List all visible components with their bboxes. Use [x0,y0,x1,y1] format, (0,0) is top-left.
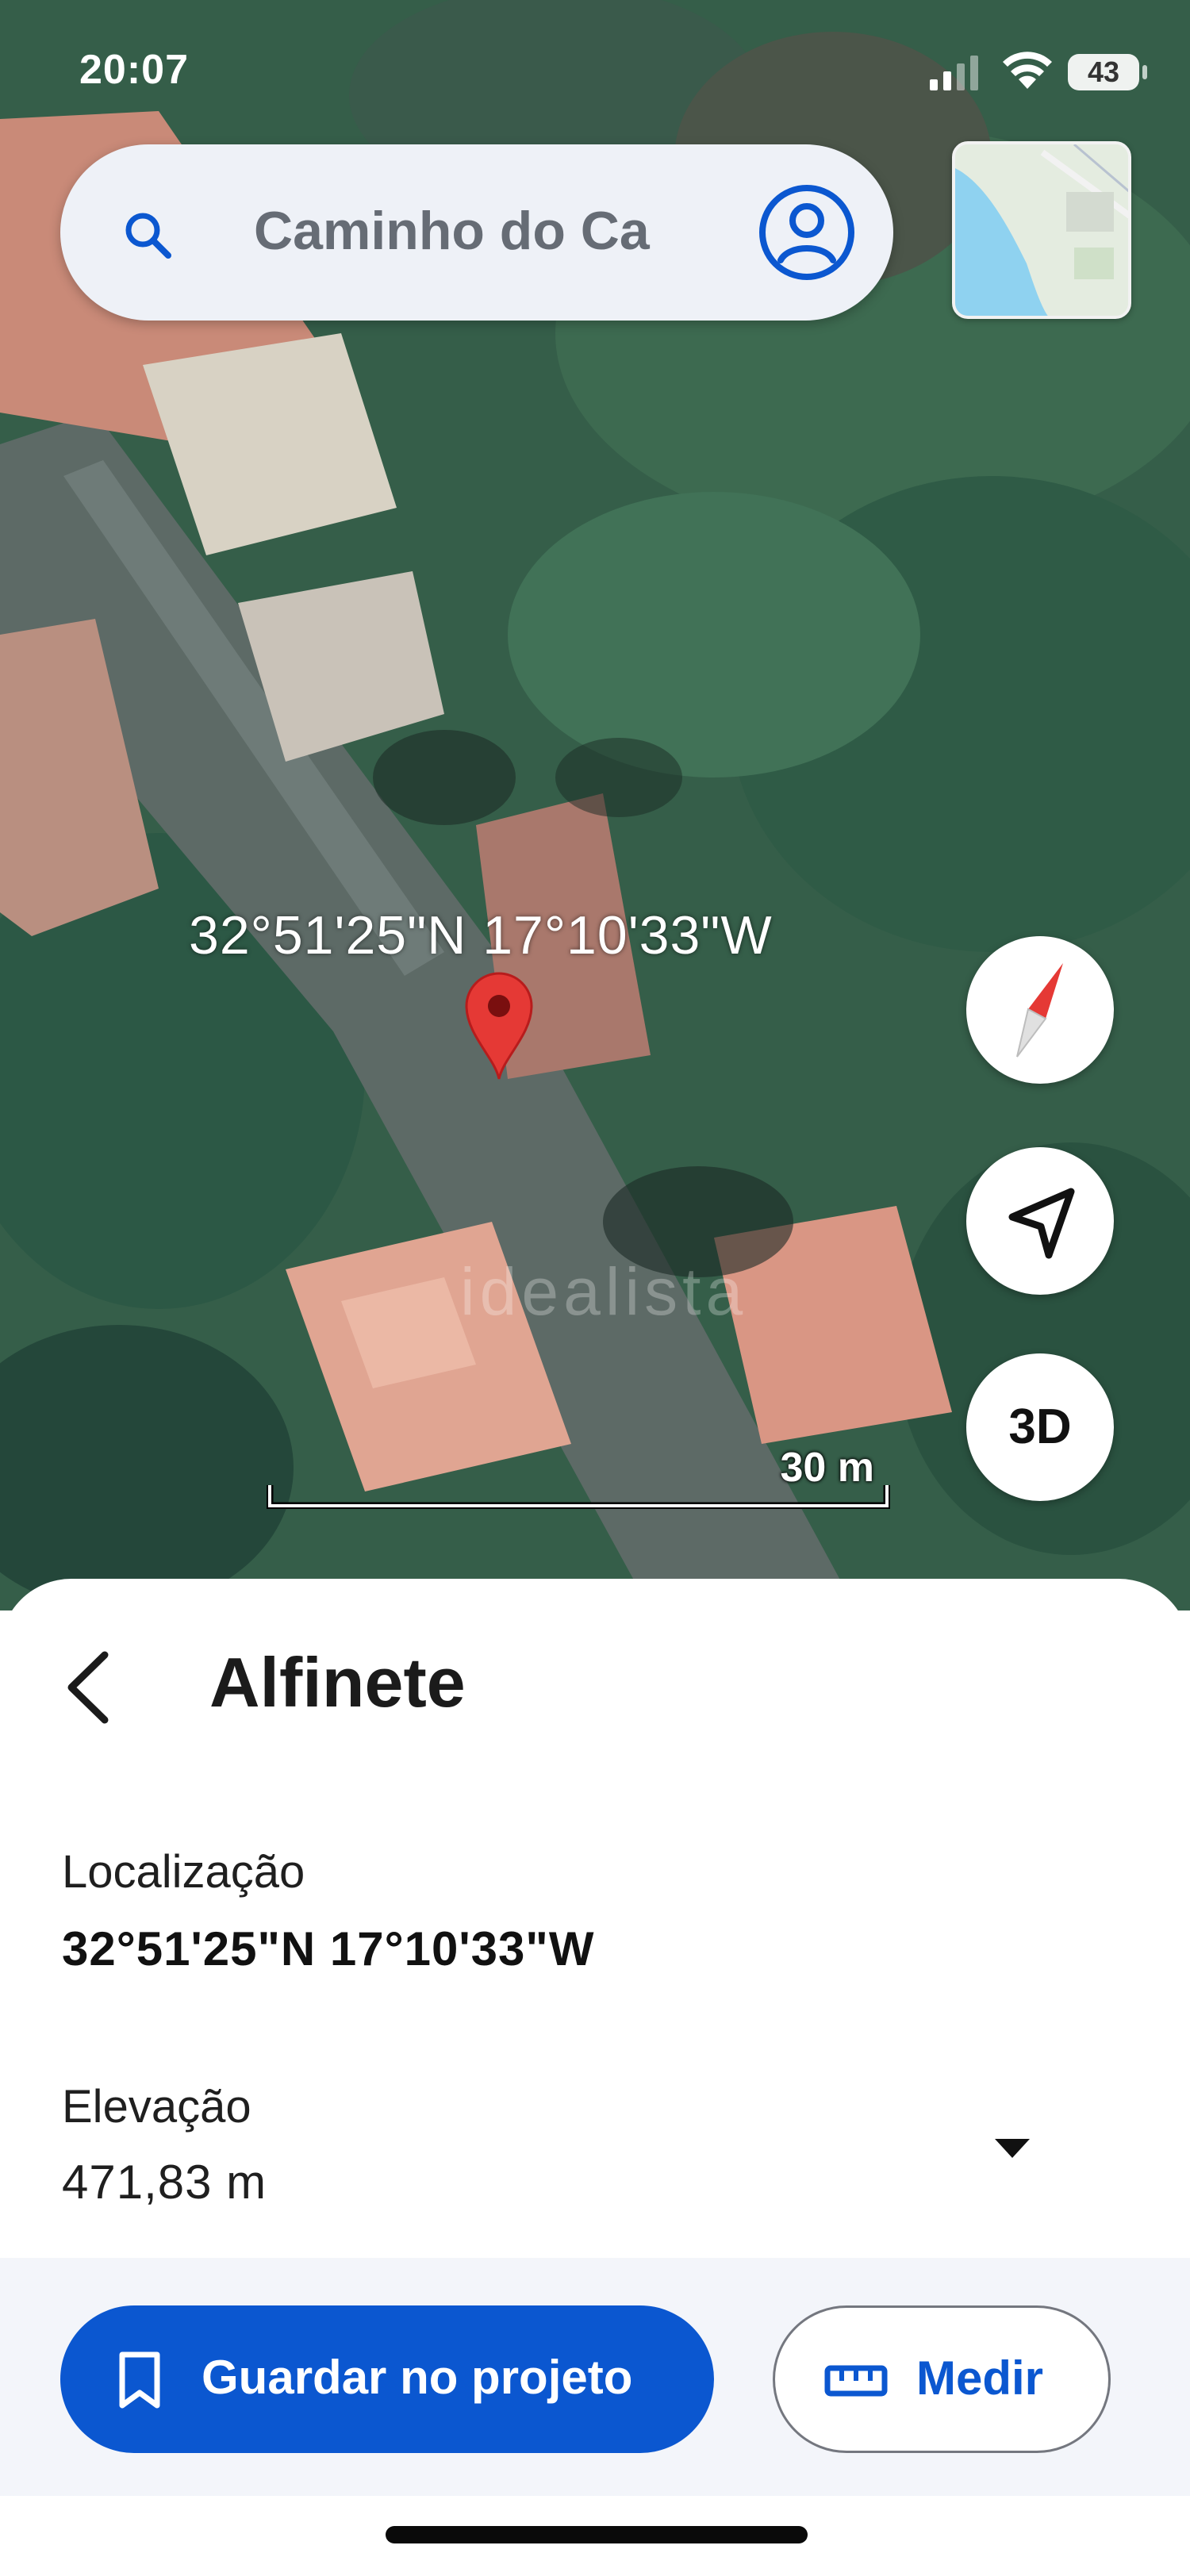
location-label: Localização [62,1846,305,1898]
battery-indicator: 43 [1068,54,1139,90]
scale-bar [267,1485,890,1509]
status-bar: 20:07 43 [0,0,1190,143]
mini-map-preview [955,144,1128,316]
scale-label: 30 m [780,1445,874,1491]
map-pin-icon[interactable] [463,971,535,1082]
save-to-project-button[interactable]: Guardar no projeto [60,2305,714,2453]
elevation-value: 471,83 m [62,2156,267,2209]
save-to-project-label: Guardar no projeto [202,2351,633,2404]
watermark: idealista [460,1254,748,1329]
ruler-icon [824,2365,888,2397]
search-bar[interactable]: Caminho do Ca [60,144,893,321]
navigation-arrow-icon [1008,1188,1075,1259]
map-coordinates-label: 32°51'25"N 17°10'33"W [189,905,773,966]
action-bar: Guardar no projeto Medir [0,2258,1190,2496]
map-layer-thumbnail[interactable] [952,141,1131,319]
pin-details-sheet: Alfinete Localização 32°51'25"N 17°10'33… [0,1579,1190,2576]
map-scale: 30 m [267,1444,890,1511]
location-value: 32°51'25"N 17°10'33"W [62,1922,595,1975]
status-time: 20:07 [79,47,189,93]
cellular-signal-icon [930,56,978,90]
back-arrow-icon[interactable] [57,1644,121,1731]
battery-tip [1142,65,1147,79]
3d-toggle-button[interactable]: 3D [966,1353,1114,1501]
measure-button[interactable]: Medir [773,2305,1111,2453]
satellite-map[interactable]: 20:07 43 Caminho do Ca 32°51'25"N 17°10'… [0,0,1190,1610]
compass-icon [1016,963,1063,1058]
sheet-title: Alfinete [209,1643,466,1722]
account-circle-icon[interactable] [757,182,857,282]
bookmark-icon [119,2351,160,2409]
my-location-button[interactable] [966,1147,1114,1295]
wifi-icon [1003,52,1052,89]
compass-button[interactable] [966,936,1114,1084]
elevation-label: Elevação [62,2081,251,2133]
measure-label: Medir [916,2351,1044,2405]
home-indicator[interactable] [386,2526,808,2543]
expand-arrow-icon[interactable] [990,2134,1035,2161]
search-input[interactable]: Caminho do Ca [254,200,754,262]
search-icon[interactable] [121,208,176,263]
